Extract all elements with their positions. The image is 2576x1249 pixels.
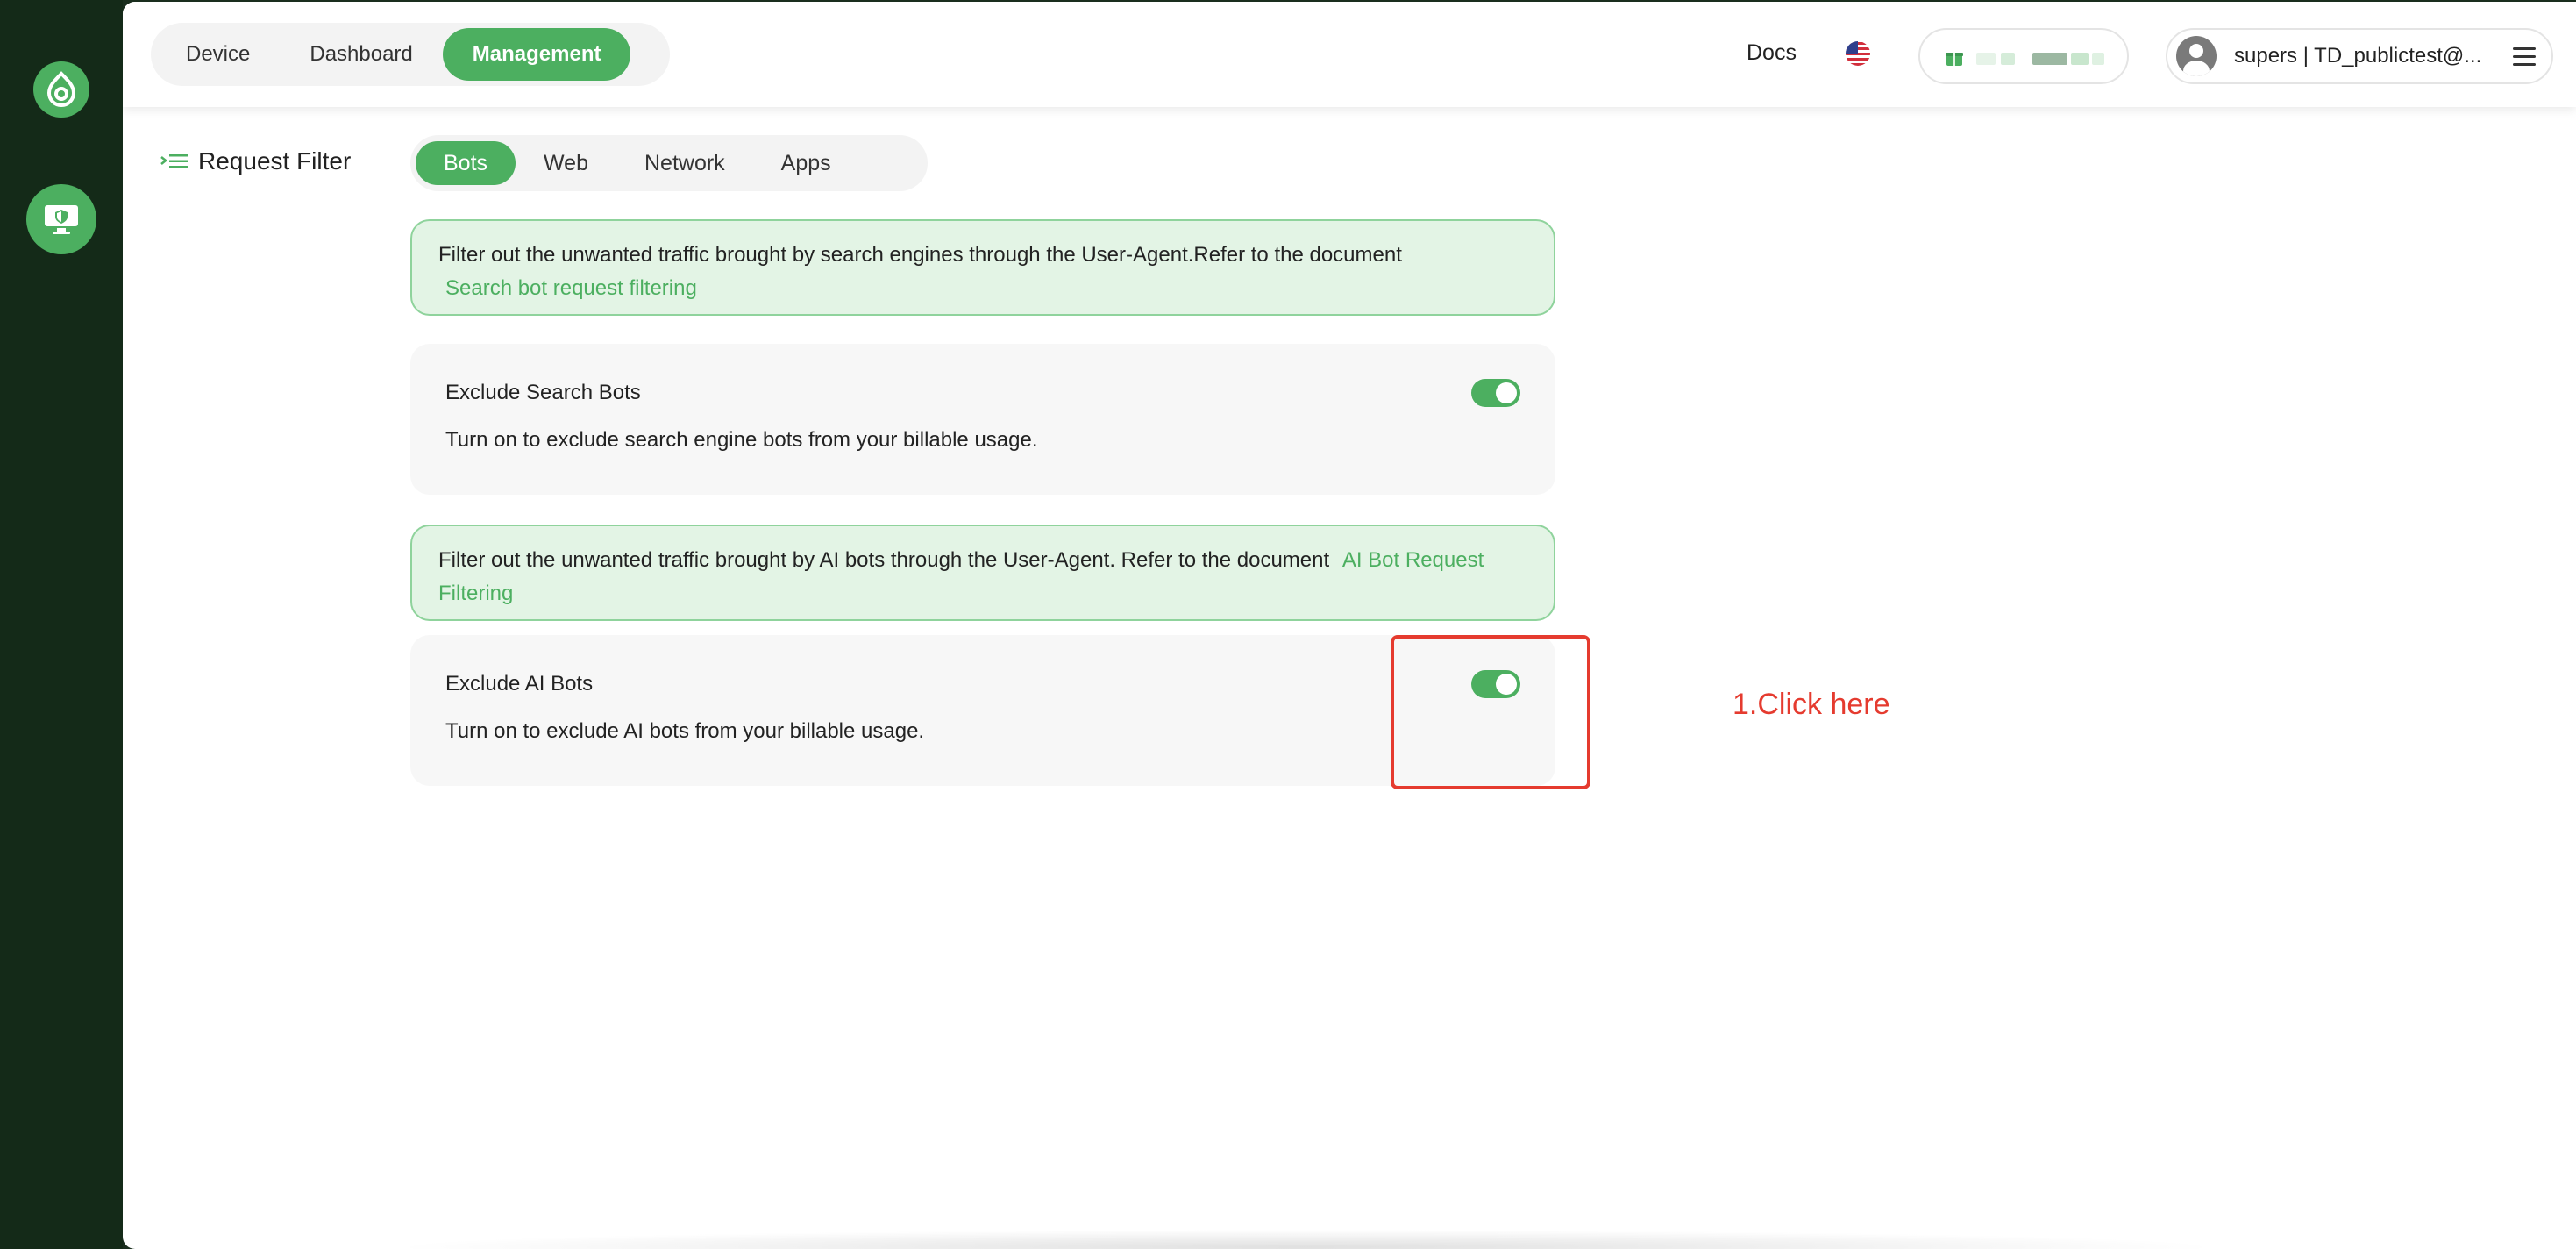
sidebar-item-security[interactable] [26,184,96,254]
tab-network[interactable]: Network [616,141,753,185]
redacted-block [2001,53,2015,65]
redacted-block [1976,53,1996,65]
bottom-shadow [386,1230,2227,1249]
redacted-block [2032,53,2067,65]
search-bots-info: Filter out the unwanted traffic brought … [410,219,1555,316]
exclude-search-bots-toggle[interactable] [1471,379,1520,407]
gift-icon [1946,53,1963,66]
card-description: Turn on to exclude AI bots from your bil… [445,719,925,743]
docs-link[interactable]: Docs [1747,40,1797,66]
monitor-shield-icon [45,205,78,234]
hamburger-menu-icon[interactable] [2513,47,2536,67]
search-bots-info-text: Filter out the unwanted traffic brought … [438,243,1402,267]
user-avatar-icon [2176,36,2217,76]
annotation-highlight-box [1391,635,1590,789]
user-menu[interactable]: supers | TD_publictest@... [2166,28,2553,84]
top-bar: Device Dashboard Management Docs supers … [123,2,2576,107]
tab-management[interactable]: Management [442,28,631,81]
exclude-ai-bots-card: Exclude AI Bots Turn on to exclude AI bo… [410,635,1555,786]
tab-device[interactable]: Device [156,28,280,81]
tab-web[interactable]: Web [516,141,616,185]
main-content: Device Dashboard Management Docs supers … [123,2,2576,1249]
card-title: Exclude Search Bots [445,381,641,404]
page-title: Request Filter [160,147,351,175]
list-indent-icon[interactable] [160,151,189,172]
redacted-block [2071,53,2089,65]
tab-bots[interactable]: Bots [416,141,516,185]
search-bots-doc-link[interactable]: Search bot request filtering [445,276,697,300]
sidebar [0,0,123,1249]
tab-apps[interactable]: Apps [753,141,859,185]
exclude-search-bots-card: Exclude Search Bots Turn on to exclude s… [410,344,1555,495]
balance-pill[interactable] [1918,28,2129,84]
brand-logo-icon[interactable] [33,61,89,118]
card-title: Exclude AI Bots [445,672,594,696]
redacted-block [2092,53,2104,65]
page-title-text: Request Filter [198,147,352,175]
annotation-label: 1.Click here [1733,688,1890,721]
filter-tabs: Bots Web Network Apps [410,135,928,191]
card-description: Turn on to exclude search engine bots fr… [445,428,1038,452]
ai-bots-info-text: Filter out the unwanted traffic brought … [438,548,1330,572]
tab-dashboard[interactable]: Dashboard [280,28,442,81]
nav-tabs: Device Dashboard Management [151,23,670,86]
us-flag-icon[interactable] [1845,40,1871,67]
ai-bots-info: Filter out the unwanted traffic brought … [410,525,1555,621]
user-label: supers | TD_publictest@... [2234,44,2482,68]
